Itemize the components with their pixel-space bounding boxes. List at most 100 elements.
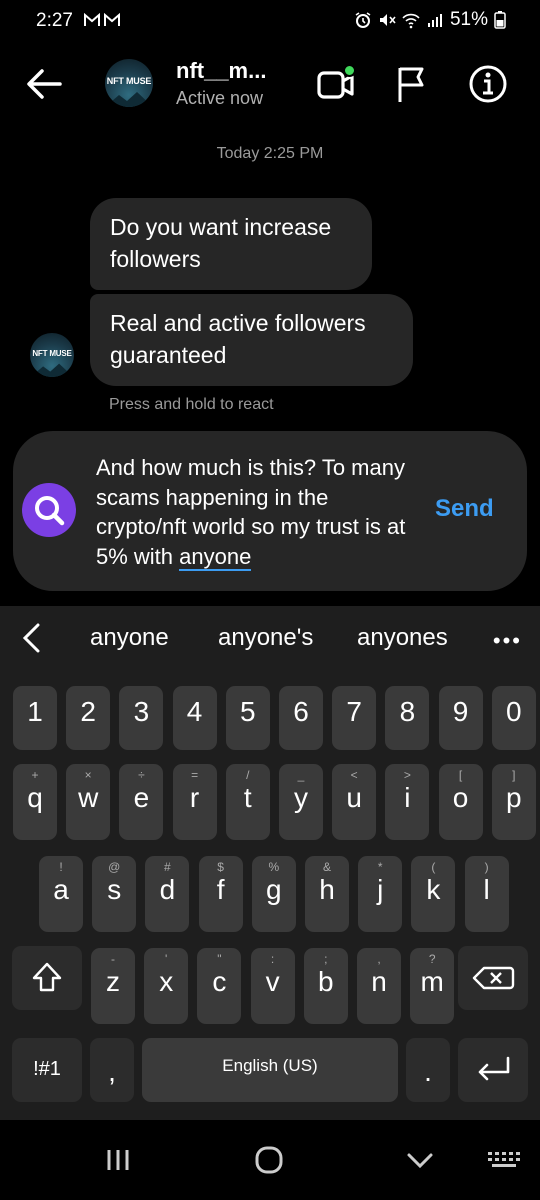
key-1[interactable]: 1 (13, 686, 57, 750)
key-z[interactable]: -z (91, 948, 135, 1024)
search-button[interactable] (22, 483, 76, 537)
symbols-key-label: !#1 (33, 1058, 61, 1080)
key-f[interactable]: $ f (198, 856, 243, 932)
sender-avatar[interactable]: NFT MUSE (30, 333, 74, 377)
key-l[interactable]: ) l (464, 856, 509, 932)
suggestion-bar: anyone anyone's anyones ••• (0, 606, 540, 670)
key-v[interactable]: :v (250, 948, 295, 1024)
backspace-key[interactable] (458, 946, 528, 1010)
key-n-label: n (371, 966, 387, 997)
keyboard-switch-icon[interactable] (484, 1144, 524, 1176)
space-key[interactable]: English (US) (142, 1038, 398, 1102)
battery-icon (494, 11, 506, 29)
alarm-icon (355, 12, 371, 28)
shift-key[interactable] (12, 946, 82, 1010)
avatar[interactable]: NFT MUSE (105, 59, 153, 107)
back-arrow-icon[interactable] (22, 62, 66, 106)
key-t[interactable]: / t (225, 764, 270, 840)
info-icon[interactable] (466, 62, 510, 106)
key-u-alt-label: < (350, 768, 358, 782)
key-e-alt-label: ÷ (138, 768, 145, 782)
key-s[interactable]: @ s (92, 856, 137, 932)
message-input[interactable]: And how much is this? To many scams happ… (96, 453, 416, 571)
key-b[interactable]: ; b (303, 948, 348, 1024)
key-a[interactable]: ! a (39, 856, 83, 932)
key-h[interactable]: & h (305, 856, 349, 932)
status-bar: 2:27 51% (0, 0, 540, 44)
key-7[interactable]: 7 (332, 686, 377, 750)
key-4[interactable]: 4 (172, 686, 217, 750)
more-options-icon[interactable]: ••• (493, 628, 522, 654)
home-icon[interactable] (249, 1144, 289, 1176)
key-y[interactable]: _ y (279, 764, 323, 840)
flag-icon[interactable] (390, 62, 434, 106)
key-c-alt-label: " (217, 952, 222, 966)
chevron-left-icon[interactable] (18, 622, 46, 654)
key-i-label: i (404, 782, 411, 813)
video-call-button[interactable] (314, 62, 358, 106)
send-button[interactable]: Send (435, 495, 494, 523)
key-r-label: r (189, 782, 200, 813)
symbols-key[interactable]: !#1 (12, 1038, 82, 1102)
key-p-alt-label: ] (512, 768, 516, 782)
key-5[interactable]: 5 (225, 686, 270, 750)
system-navigation-bar (0, 1120, 540, 1200)
suggestion-3[interactable]: anyones (357, 624, 448, 652)
wifi-icon (402, 13, 420, 29)
key-w[interactable]: × w (66, 764, 111, 840)
current-word: anyone (179, 543, 252, 571)
key-j[interactable]: * j (358, 856, 403, 932)
key-k[interactable]: (k (411, 856, 456, 932)
key-q-label: q (27, 782, 43, 813)
key-9-label: 9 (452, 696, 469, 727)
key-g[interactable]: % g (251, 856, 296, 932)
key-o[interactable]: [o (438, 764, 483, 840)
mute-icon (379, 14, 396, 26)
key-v-alt-label: : (270, 952, 275, 966)
contact-name[interactable]: nft__m... (176, 58, 266, 84)
enter-icon (478, 1056, 510, 1081)
key-m[interactable]: ? m (410, 948, 455, 1024)
key-k-label: k (426, 874, 441, 905)
received-message-bubble[interactable]: Do you want increase followers (90, 198, 372, 290)
recent-apps-icon[interactable] (98, 1144, 138, 1176)
key-r[interactable]: = r (172, 764, 217, 840)
key-z-label: z (106, 966, 120, 997)
key-x[interactable]: ' x (144, 948, 189, 1024)
status-time: 2:27 (36, 10, 73, 31)
key-i[interactable]: > i (385, 764, 430, 840)
key-p[interactable]: ] p (491, 764, 536, 840)
key-s-label: s (107, 874, 122, 905)
period-key[interactable]: . (406, 1038, 450, 1102)
key-u[interactable]: < u (332, 764, 377, 840)
suggestion-1[interactable]: anyone (90, 624, 169, 652)
key-k-alt-label: ( (431, 860, 436, 874)
key-m-alt-label: ? (428, 952, 436, 966)
received-message-bubble[interactable]: Real and active followers guaranteed (90, 294, 413, 386)
signal-icon (427, 14, 442, 27)
key-c[interactable]: " c (197, 948, 242, 1024)
key-t-alt-label: / (246, 768, 250, 782)
key-p-label: p (506, 782, 522, 813)
key-q[interactable]: + q (13, 764, 57, 840)
key-3[interactable]: 3 (119, 686, 164, 750)
key-2[interactable]: 2 (66, 686, 111, 750)
suggestion-2[interactable]: anyone's (218, 624, 313, 652)
enter-key[interactable] (458, 1038, 528, 1102)
key-8[interactable]: 8 (385, 686, 430, 750)
key-o-alt-label: [ (458, 768, 463, 782)
key-x-label: x (159, 966, 174, 997)
comma-key[interactable]: , (90, 1038, 134, 1102)
key-e[interactable]: ÷ e (119, 764, 164, 840)
key-9[interactable]: 9 (438, 686, 483, 750)
key-0[interactable]: 0 (491, 686, 536, 750)
hide-keyboard-icon[interactable] (400, 1144, 440, 1176)
key-5-label: 5 (240, 696, 256, 727)
key-n[interactable]: ,n (357, 948, 401, 1024)
key-y-alt-label: _ (297, 768, 305, 782)
avatar-logo-text: NFT MUSE (106, 76, 152, 86)
key-d[interactable]: # d (145, 856, 190, 932)
key-6[interactable]: 6 (279, 686, 323, 750)
key-b-alt-label: ; (324, 952, 328, 966)
message-composer: And how much is this? To many scams happ… (13, 431, 527, 591)
